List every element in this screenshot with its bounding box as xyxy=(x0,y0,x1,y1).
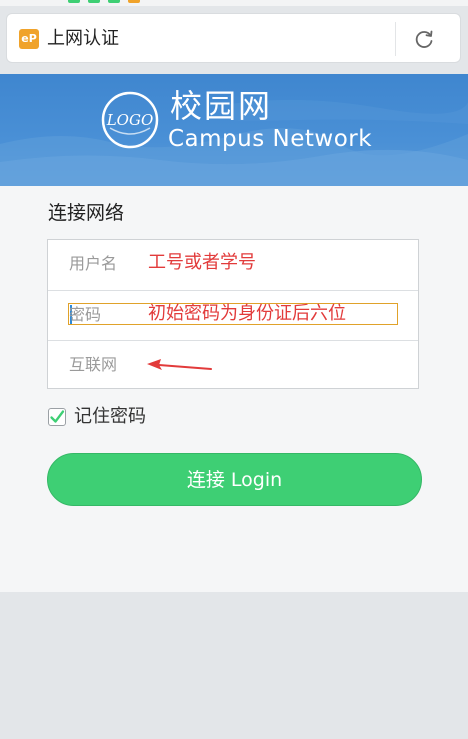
check-icon xyxy=(50,410,65,423)
refresh-icon[interactable] xyxy=(413,28,435,50)
login-button[interactable]: 连接 Login xyxy=(47,453,422,506)
field-group: 用户名 工号或者学号 密码 初始密码为身份证后六位 互联网 xyxy=(47,239,419,389)
network-placeholder: 互联网 xyxy=(69,355,118,374)
arrow-icon xyxy=(147,359,212,370)
form-title: 连接网络 xyxy=(48,202,125,224)
password-placeholder: 密码 xyxy=(69,305,102,324)
page-title: 上网认证 xyxy=(47,28,119,49)
password-annotation: 初始密码为身份证后六位 xyxy=(148,303,346,324)
remember-label: 记住密码 xyxy=(74,406,146,427)
login-form: 连接网络 用户名 工号或者学号 密码 初始密码为身份证后六位 互联网 记住密码 xyxy=(0,186,468,592)
network-select[interactable]: 互联网 xyxy=(48,340,418,390)
status-strip xyxy=(0,0,468,6)
logo-icon: LOGO xyxy=(101,91,159,149)
address-bar: eP 上网认证 xyxy=(6,13,461,63)
username-annotation: 工号或者学号 xyxy=(148,252,256,273)
banner: LOGO 校园网 Campus Network xyxy=(0,74,468,186)
site-logo-icon: eP xyxy=(19,29,39,49)
username-field[interactable]: 用户名 工号或者学号 xyxy=(48,240,418,289)
divider xyxy=(395,22,396,56)
status-indicator xyxy=(108,0,120,3)
banner-title: 校园网 xyxy=(170,87,273,125)
username-placeholder: 用户名 xyxy=(69,254,118,273)
status-indicator xyxy=(88,0,100,3)
status-indicator xyxy=(128,0,140,3)
logo-text: LOGO xyxy=(106,111,154,129)
status-indicator xyxy=(68,0,80,3)
remember-checkbox[interactable] xyxy=(48,408,66,426)
banner-subtitle: Campus Network xyxy=(168,126,373,152)
password-field[interactable]: 密码 初始密码为身份证后六位 xyxy=(48,290,418,340)
